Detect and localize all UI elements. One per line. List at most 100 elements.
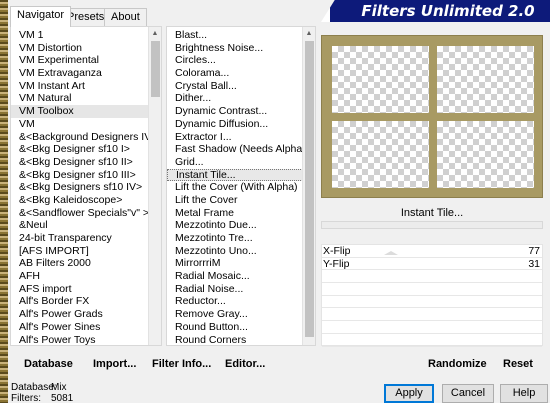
editor-button[interactable]: Editor... xyxy=(225,358,265,370)
category-scrollbar[interactable]: ▲ xyxy=(148,27,161,345)
tab-navigator[interactable]: Navigator xyxy=(10,6,72,27)
category-item[interactable]: VM Toolbox xyxy=(11,105,161,118)
apply-button[interactable]: Apply xyxy=(384,384,434,403)
category-item[interactable]: [AFS IMPORT] xyxy=(11,245,161,258)
filter-item[interactable]: Remove Gray... xyxy=(167,308,315,321)
slider-empty xyxy=(322,334,542,347)
preview-tile xyxy=(437,46,534,113)
filter-item[interactable]: Mezzotinto Tre... xyxy=(167,232,315,245)
category-item[interactable]: VM Extravaganza xyxy=(11,67,161,80)
filters-info: Filters: 5081 xyxy=(11,393,73,403)
category-item[interactable]: &<Background Designers IV> xyxy=(11,131,161,144)
scroll-up-icon[interactable]: ▲ xyxy=(149,27,161,40)
current-filter-name: Instant Tile... xyxy=(400,207,464,219)
filter-item[interactable]: Reductor... xyxy=(167,295,315,308)
scroll-thumb[interactable] xyxy=(151,41,160,97)
preview-tile xyxy=(332,121,429,188)
tab-about[interactable]: About xyxy=(104,8,147,26)
preview-tile xyxy=(437,121,534,188)
category-item[interactable]: AB Filters 2000 xyxy=(11,257,161,270)
filter-list[interactable]: Blast... Brightness Noise... Circles... Col… xyxy=(166,26,316,346)
filter-item[interactable]: Dither... xyxy=(167,92,315,105)
category-list[interactable]: VM 1 VM Distortion VM Experimental VM Extra… xyxy=(10,26,162,346)
decorative-border-stripe xyxy=(0,0,8,403)
slider-empty xyxy=(322,308,542,322)
filter-scrollbar[interactable]: ▲ xyxy=(302,27,315,345)
category-item[interactable]: AFS import xyxy=(11,283,161,296)
parameter-sliders: X-Flip 77 Y-Flip 31 xyxy=(321,244,543,347)
category-item[interactable]: VM xyxy=(11,118,161,131)
database-info: Database: Mix xyxy=(11,382,67,393)
filter-item[interactable]: Dynamic Contrast... xyxy=(167,105,315,118)
category-item[interactable]: &Neul xyxy=(11,219,161,232)
category-item[interactable]: VM Instant Art xyxy=(11,80,161,93)
category-item[interactable]: Alf's Power Grads xyxy=(11,308,161,321)
filter-item[interactable]: Round Button... xyxy=(167,321,315,334)
filter-item[interactable]: MirrorrriM xyxy=(167,257,315,270)
slider-value: 31 xyxy=(528,257,540,270)
cancel-button[interactable]: Cancel xyxy=(442,384,494,403)
category-item[interactable]: VM Distortion xyxy=(11,42,161,55)
scroll-up-icon[interactable]: ▲ xyxy=(303,27,315,40)
filter-item[interactable]: Mezzotinto Due... xyxy=(167,219,315,232)
filters-label: Filters: xyxy=(11,393,41,403)
database-button[interactable]: Database xyxy=(24,358,73,370)
slider-label: Y-Flip xyxy=(323,257,350,270)
category-item[interactable]: Alf's Power Sines xyxy=(11,321,161,334)
slider-empty xyxy=(322,270,542,284)
filter-item[interactable]: Radial Mosaic... xyxy=(167,270,315,283)
slider-y-flip[interactable]: Y-Flip 31 xyxy=(322,258,542,271)
category-item[interactable]: &<Bkg Designer sf10 I> xyxy=(11,143,161,156)
filter-item[interactable]: Instant Tile... xyxy=(167,168,315,182)
category-items: VM 1 VM Distortion VM Experimental VM Extra… xyxy=(11,27,161,346)
category-item[interactable]: VM Natural xyxy=(11,92,161,105)
category-item[interactable]: VM Experimental xyxy=(11,54,161,67)
category-item[interactable]: &<Bkg Designers sf10 IV> xyxy=(11,181,161,194)
filter-item[interactable]: Crystal Ball... xyxy=(167,80,315,93)
slider-label: X-Flip xyxy=(323,245,351,257)
preview-zoom-bar xyxy=(321,221,543,229)
category-item[interactable]: Alf's Power Toys xyxy=(11,334,161,346)
slider-x-flip[interactable]: X-Flip 77 xyxy=(322,245,542,258)
category-item[interactable]: &<Bkg Designer sf10 III> xyxy=(11,169,161,182)
slider-marker-icon xyxy=(384,251,398,255)
filter-item[interactable]: Circles... xyxy=(167,54,315,67)
app-title: Filters Unlimited 2.0 xyxy=(361,2,535,20)
filter-item[interactable]: Blast... xyxy=(167,29,315,42)
filter-item[interactable]: Dynamic Diffusion... xyxy=(167,118,315,131)
randomize-button[interactable]: Randomize xyxy=(428,358,487,370)
database-value: Mix xyxy=(51,382,67,393)
reset-button[interactable]: Reset xyxy=(503,358,533,370)
filters-count: 5081 xyxy=(51,393,74,403)
slider-value: 77 xyxy=(528,245,540,257)
category-item[interactable]: &<Bkg Designer sf10 II> xyxy=(11,156,161,169)
filter-items: Blast... Brightness Noise... Circles... Col… xyxy=(167,27,315,346)
filter-item[interactable]: Radial Noise... xyxy=(167,283,315,296)
filter-item[interactable]: Grid... xyxy=(167,156,315,169)
filter-item[interactable]: Fast Shadow (Needs Alpha) xyxy=(167,143,315,156)
import-button[interactable]: Import... xyxy=(93,358,136,370)
preview-tile xyxy=(332,46,429,113)
filter-item[interactable]: Lift the Cover (With Alpha) xyxy=(167,181,315,194)
filter-item[interactable]: Extractor I... xyxy=(167,131,315,144)
database-label: Database: xyxy=(11,382,57,393)
slider-empty xyxy=(322,296,542,309)
filter-info-button[interactable]: Filter Info... xyxy=(152,358,211,370)
slider-empty xyxy=(322,283,542,296)
category-item[interactable]: AFH xyxy=(11,270,161,283)
category-item[interactable]: 24-bit Transparency xyxy=(11,232,161,245)
slider-empty xyxy=(322,321,542,334)
filter-item[interactable]: Colorama... xyxy=(167,67,315,80)
filter-item[interactable]: Mezzotinto Uno... xyxy=(167,245,315,258)
filter-item[interactable]: Metal Frame xyxy=(167,207,315,220)
category-item[interactable]: &<Bkg Kaleidoscope> xyxy=(11,194,161,207)
category-item[interactable]: &<Sandflower Specials"v" > xyxy=(11,207,161,220)
category-item[interactable]: VM 1 xyxy=(11,29,161,42)
category-item[interactable]: Alf's Border FX xyxy=(11,295,161,308)
filter-item[interactable]: Brightness Noise... xyxy=(167,42,315,55)
filter-item[interactable]: Round Corners xyxy=(167,334,315,346)
help-button[interactable]: Help xyxy=(500,384,548,403)
preview-pane xyxy=(321,35,543,198)
scroll-thumb[interactable] xyxy=(305,41,314,337)
filter-item[interactable]: Lift the Cover xyxy=(167,194,315,207)
